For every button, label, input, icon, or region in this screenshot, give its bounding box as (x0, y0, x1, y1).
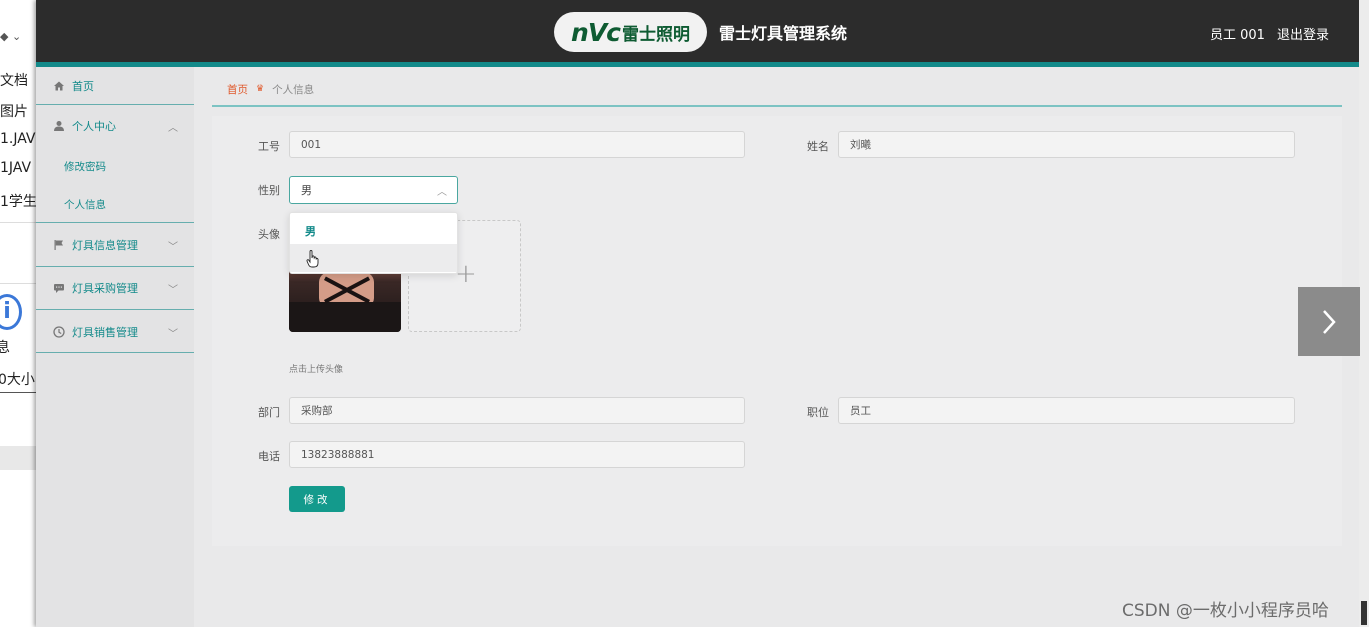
logo-mark: nVc (571, 17, 621, 47)
menu-divider (36, 104, 194, 105)
top-header: nVc 雷士照明 雷士灯具管理系统 员工 001 退出登录 (36, 0, 1359, 62)
plus-icon: + (455, 259, 477, 289)
department-label: 部门 (258, 406, 280, 419)
message-icon (53, 282, 65, 294)
next-arrow-button[interactable] (1298, 287, 1360, 356)
user-icon (53, 120, 65, 132)
sidebar-item-label: 灯具销售管理 (72, 325, 138, 339)
breadcrumb-home-link[interactable]: 首页 (227, 82, 248, 97)
sidebar-item-label: 灯具采购管理 (72, 281, 138, 295)
sidebar-item-lamp-info[interactable]: 灯具信息管理 ﹀ (36, 226, 194, 263)
menu-divider (36, 352, 194, 353)
divider (0, 283, 36, 284)
edit-submit-button[interactable]: 修改 (289, 486, 345, 512)
bg-list-item: 息 (0, 340, 10, 356)
menu-divider (36, 309, 194, 310)
clock-icon (53, 325, 65, 338)
app-window: nVc 雷士照明 雷士灯具管理系统 员工 001 退出登录 首页 个人中心 ︿ … (36, 0, 1369, 627)
breadcrumb-current: 个人信息 (272, 83, 315, 96)
bg-list-item: 图片 (0, 104, 28, 120)
bg-list-item: 1JAV (0, 160, 32, 176)
scrollbar-thumb[interactable] (1361, 601, 1367, 625)
bg-list-item: 1学生 (0, 194, 36, 210)
employee-id-label: 工号 (258, 140, 280, 153)
chevron-down-icon: ﹀ (168, 242, 178, 253)
divider (0, 222, 36, 223)
home-icon (53, 80, 65, 92)
divider (0, 392, 36, 393)
page-scrollbar[interactable] (1359, 0, 1369, 627)
bg-selected-row (0, 446, 36, 470)
phone-field[interactable]: 13823888881 (289, 441, 745, 468)
logout-link[interactable]: 退出登录 (1277, 24, 1329, 43)
position-field[interactable]: 员工 (838, 397, 1295, 424)
position-label: 职位 (807, 406, 829, 419)
sidebar: 首页 个人中心 ︿ 修改密码 个人信息 灯具信息管理 ﹀ 灯具采购管理 ﹀ 灯具… (36, 67, 194, 627)
name-label: 姓名 (807, 140, 829, 153)
menu-divider (36, 266, 194, 267)
bg-list-item: 0大小 (0, 372, 35, 388)
name-field[interactable]: 刘曦 (838, 131, 1295, 158)
logo-text: 雷士照明 (621, 24, 690, 45)
menu-divider (36, 222, 194, 223)
sidebar-item-lamp-purchase[interactable]: 灯具采购管理 ﹀ (36, 269, 194, 306)
upload-hint-text: 点击上传头像 (289, 365, 344, 375)
gender-selected-value: 男 (301, 184, 312, 197)
info-icon: i (0, 294, 22, 330)
gender-label: 性别 (258, 184, 280, 197)
sidebar-item-home[interactable]: 首页 (36, 67, 194, 104)
phone-label: 电话 (258, 450, 280, 463)
bg-list-item: 1.JAV (0, 131, 36, 147)
chevron-right-icon (1323, 309, 1336, 334)
breadcrumb: 首页 ♛ 个人信息 (212, 73, 1342, 105)
gender-select[interactable]: 男 ︿ (289, 176, 458, 204)
sidebar-subitem-personal-info[interactable]: 个人信息 (64, 197, 106, 212)
chevron-up-icon: ︿ (168, 123, 178, 134)
header-accent-bar (36, 62, 1359, 67)
sidebar-item-label: 个人中心 (72, 119, 116, 133)
flag-icon (53, 239, 65, 251)
brand-logo: nVc 雷士照明 (554, 12, 707, 52)
watermark: CSDN @一枚小小程序员哈 (1122, 601, 1329, 621)
system-title: 雷士灯具管理系统 (719, 24, 848, 43)
chevron-down-icon: ﹀ (168, 285, 178, 296)
employee-id-field[interactable]: 001 (289, 131, 745, 158)
avatar-label: 头像 (258, 228, 280, 241)
sidebar-item-lamp-sales[interactable]: 灯具销售管理 ﹀ (36, 313, 194, 350)
sidebar-subitem-change-password[interactable]: 修改密码 (64, 159, 106, 174)
sidebar-item-personal-center[interactable]: 个人中心 ︿ (36, 107, 194, 144)
hand-cursor-icon (306, 250, 319, 268)
chevron-down-icon: ﹀ (168, 329, 178, 340)
bg-list-item: 文档 (0, 73, 28, 89)
chevron-up-icon: ︿ (437, 187, 447, 198)
breadcrumb-underline (212, 105, 1342, 107)
gender-option[interactable]: 男 (290, 217, 457, 245)
back-forward-icon: ◆ ⌄ (0, 30, 22, 43)
sidebar-item-label: 灯具信息管理 (72, 238, 138, 252)
background-window: ◆ ⌄ 文档 图片 1.JAV 1JAV 1学生 i 息 0大小 (0, 0, 36, 627)
current-user-label: 员工 001 (1210, 28, 1265, 43)
sidebar-item-label: 首页 (72, 79, 94, 93)
department-field[interactable]: 采购部 (289, 397, 745, 424)
breadcrumb-separator-icon: ♛ (256, 84, 265, 94)
